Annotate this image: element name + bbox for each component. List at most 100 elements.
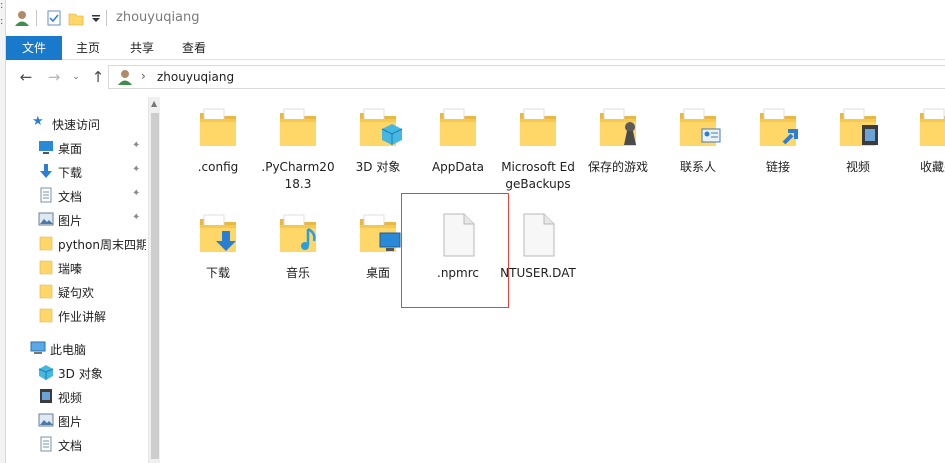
nav-item-folder[interactable]: 作业讲解 <box>6 303 148 327</box>
file-name: 收藏夹 <box>919 160 945 174</box>
nav-item-folder[interactable]: python周末四期 <box>6 231 148 255</box>
nav-item-documents[interactable]: 文档 <box>6 432 148 456</box>
picture-icon <box>38 212 54 226</box>
title-bar: zhouyuqiang <box>6 0 945 36</box>
nav-quick-access[interactable]: ★ 快速访问 <box>6 111 148 135</box>
tab-home[interactable]: 主页 <box>64 36 112 60</box>
file-list-view: .config .PyCharm2018.3 3D 对象 AppData Mic… <box>166 97 945 463</box>
nav-label: 瑞嗪 <box>58 262 83 276</box>
nav-label: 图片 <box>58 214 83 228</box>
folder-icon <box>39 236 53 251</box>
folder-icon <box>39 284 53 299</box>
file-name: 保存的游戏 <box>587 160 648 174</box>
nav-item-documents[interactable]: 文档 ✦ <box>6 183 148 207</box>
star-icon: ★ <box>32 114 44 129</box>
recent-locations-chevron-icon[interactable]: ⌄ <box>68 68 84 86</box>
user-folder-icon <box>118 70 132 85</box>
window-title: zhouyuqiang <box>116 10 200 25</box>
folder-music-icon <box>274 211 322 259</box>
pin-icon[interactable]: ✦ <box>132 164 140 175</box>
nav-label: 下载 <box>58 166 83 180</box>
file-name: Microsoft EdgeBackups <box>501 160 575 191</box>
picture-icon <box>38 413 54 427</box>
nav-label: 作业讲解 <box>58 310 107 324</box>
folder-icon <box>39 308 53 323</box>
folder-icon <box>39 260 53 275</box>
new-folder-icon[interactable] <box>68 10 84 26</box>
cube-3d-icon <box>38 365 54 380</box>
file-name: 链接 <box>765 160 790 174</box>
nav-label: 图片 <box>58 415 83 429</box>
address-bar[interactable]: › zhouyuqiang <box>108 65 945 89</box>
nav-this-pc[interactable]: 此电脑 <box>6 336 148 360</box>
folder-icon <box>274 105 322 153</box>
selection-highlight-box <box>401 193 509 308</box>
folder-favorites-icon <box>914 105 945 153</box>
document-icon <box>40 187 52 203</box>
nav-label: 桌面 <box>58 142 83 156</box>
pin-icon[interactable]: ✦ <box>132 188 140 199</box>
nav-item-3d-objects[interactable]: 3D 对象 <box>6 360 148 384</box>
download-icon <box>40 164 52 178</box>
nav-item-downloads[interactable]: 下载 ✦ <box>6 159 148 183</box>
nav-item-pictures[interactable]: 图片 <box>6 408 148 432</box>
computer-icon <box>30 341 46 354</box>
nav-label: 3D 对象 <box>58 367 103 381</box>
properties-icon[interactable] <box>46 10 62 26</box>
video-icon <box>40 389 52 403</box>
file-name: 下载 <box>205 266 230 280</box>
nav-label: 文档 <box>58 190 83 204</box>
folder-desktop-icon <box>354 211 401 259</box>
folder-contacts-icon <box>674 105 721 153</box>
folder-links-icon <box>754 105 798 153</box>
folder-icon <box>434 105 482 153</box>
file-name: NTUSER.DAT <box>500 266 576 280</box>
file-icon <box>514 211 562 259</box>
folder-games-icon <box>594 105 642 153</box>
pin-icon[interactable]: ✦ <box>132 140 140 151</box>
nav-label: 快速访问 <box>52 118 101 132</box>
tab-share[interactable]: 共享 <box>118 36 166 60</box>
file-name: 视频 <box>845 160 870 174</box>
scrollbar-thumb[interactable] <box>151 113 159 459</box>
nav-label: 文档 <box>58 439 83 453</box>
nav-item-desktop[interactable]: 桌面 ✦ <box>6 135 148 159</box>
folder-3d-icon <box>354 105 402 153</box>
file-name: .PyCharm2018.3 <box>261 160 335 191</box>
file-name: 3D 对象 <box>355 160 401 174</box>
file-name: 联系人 <box>679 160 716 174</box>
nav-pane-scrollbar[interactable]: ▲ <box>148 97 160 463</box>
ribbon-tabs: 文件 主页 共享 查看 <box>6 36 945 60</box>
breadcrumb-current[interactable]: zhouyuqiang <box>157 70 234 84</box>
tab-view[interactable]: 查看 <box>170 36 218 60</box>
nav-label: 此电脑 <box>50 343 87 357</box>
scroll-up-arrow-icon[interactable]: ▲ <box>151 99 157 108</box>
up-arrow-icon[interactable]: ↑ <box>90 68 106 86</box>
forward-arrow-icon[interactable]: → <box>46 68 62 86</box>
folder-downloads-icon <box>194 211 242 259</box>
breadcrumb-chevron-icon[interactable]: › <box>141 69 146 83</box>
nav-item-folder[interactable]: 疑句欢 <box>6 279 148 303</box>
document-icon <box>40 436 52 452</box>
file-explorer-window: zhouyuqiang 文件 主页 共享 查看 ← → ⌄ ↑ › zhouyu… <box>6 0 945 463</box>
nav-item-pictures[interactable]: 图片 ✦ <box>6 207 148 231</box>
nav-item-folder[interactable]: 瑞嗪 <box>6 255 148 279</box>
pin-icon[interactable]: ✦ <box>132 212 140 223</box>
file-name: 音乐 <box>285 266 310 280</box>
back-arrow-icon[interactable]: ← <box>18 68 34 86</box>
nav-label: 视频 <box>58 391 83 405</box>
customize-dropdown-icon[interactable] <box>90 10 102 26</box>
navigation-bar: ← → ⌄ ↑ › zhouyuqiang <box>6 61 945 93</box>
folder-video-icon <box>834 105 878 153</box>
tab-file[interactable]: 文件 <box>6 36 62 60</box>
desktop-icon <box>39 141 53 154</box>
nav-label: 疑句欢 <box>58 286 95 300</box>
file-name: .config <box>197 160 239 174</box>
nav-item-videos[interactable]: 视频 <box>6 384 148 408</box>
folder-icon <box>514 105 562 153</box>
nav-label: python周末四期 <box>58 238 146 252</box>
toolbar-separator <box>36 10 37 26</box>
toolbar-separator <box>106 10 107 26</box>
user-folder-icon <box>15 11 29 26</box>
folder-icon <box>194 105 242 153</box>
